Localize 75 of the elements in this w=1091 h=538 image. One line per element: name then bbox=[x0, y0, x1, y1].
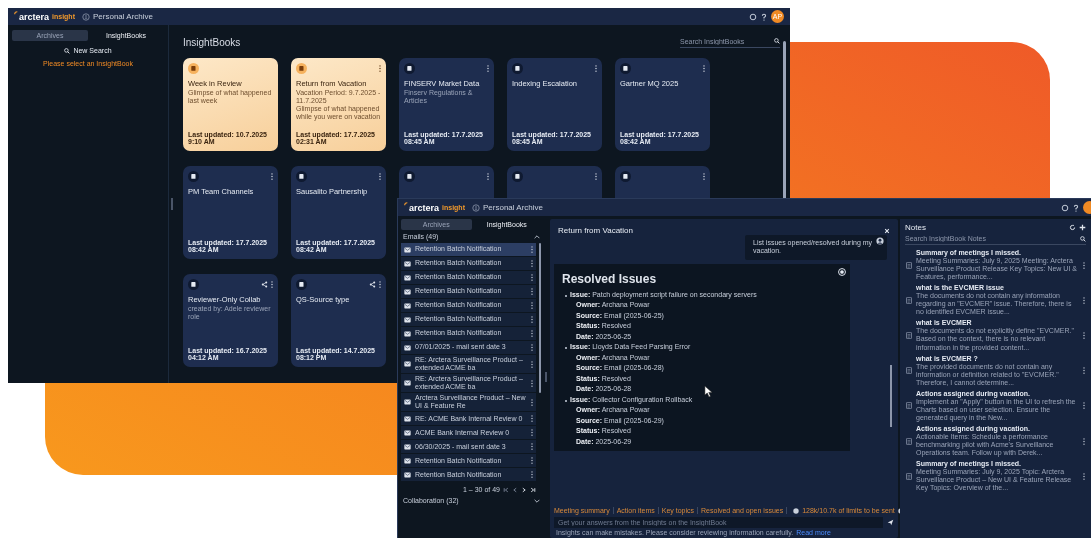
envelope-icon bbox=[404, 260, 411, 267]
notebook-icon bbox=[512, 170, 523, 182]
brand-logo-text: arctera bbox=[409, 202, 440, 213]
scrollbar[interactable] bbox=[539, 243, 541, 393]
envelope-icon bbox=[404, 316, 411, 323]
envelope-icon bbox=[404, 361, 411, 368]
help-icon[interactable] bbox=[1072, 203, 1080, 212]
add-icon[interactable] bbox=[1079, 224, 1086, 231]
logo-mark-icon bbox=[404, 202, 408, 206]
search-icon bbox=[64, 47, 71, 54]
envelope-icon bbox=[404, 415, 411, 422]
send-icon[interactable] bbox=[887, 519, 894, 526]
envelope-icon bbox=[404, 399, 411, 406]
notebook-icon bbox=[188, 170, 199, 182]
chevron-icon bbox=[534, 497, 540, 504]
envelope-icon bbox=[404, 344, 411, 351]
note-icon bbox=[906, 367, 912, 375]
assistant-icon bbox=[838, 267, 846, 276]
settings-icon[interactable] bbox=[1061, 203, 1069, 212]
close-icon[interactable] bbox=[884, 227, 890, 234]
envelope-icon bbox=[404, 288, 411, 295]
archive-icon bbox=[82, 12, 90, 21]
logo-mark-icon bbox=[14, 11, 18, 15]
scrollbar[interactable] bbox=[890, 365, 892, 427]
notebook-icon bbox=[620, 170, 631, 182]
brand-logo-text: arctera bbox=[19, 11, 50, 22]
chevron-icon bbox=[534, 233, 540, 240]
scrollbar[interactable] bbox=[783, 41, 786, 201]
previous-page-icon[interactable] bbox=[512, 486, 518, 493]
note-icon bbox=[906, 296, 912, 304]
next-page-icon[interactable] bbox=[521, 486, 527, 493]
last-page-icon[interactable] bbox=[530, 486, 536, 493]
envelope-icon bbox=[404, 443, 411, 450]
notebook-icon bbox=[620, 62, 631, 74]
settings-icon[interactable] bbox=[749, 12, 757, 21]
page-heading: InsightBooks bbox=[183, 37, 241, 48]
note-icon bbox=[906, 472, 912, 480]
archive-icon bbox=[472, 203, 480, 212]
notes-title: Notes bbox=[905, 223, 927, 232]
user-icon bbox=[876, 237, 884, 245]
envelope-icon bbox=[404, 429, 411, 436]
info-icon bbox=[793, 507, 800, 514]
chat-title: Return from Vacation bbox=[558, 226, 633, 235]
notebook-icon bbox=[188, 62, 199, 74]
window-title: Personal Archive bbox=[93, 12, 153, 21]
notebook-icon bbox=[188, 278, 199, 290]
notebook-icon bbox=[296, 62, 307, 74]
notebook-icon bbox=[296, 170, 307, 182]
note-icon bbox=[906, 261, 912, 269]
first-page-icon[interactable] bbox=[503, 486, 509, 493]
search-icon[interactable] bbox=[1080, 235, 1086, 242]
notebook-icon bbox=[296, 278, 307, 290]
share-icon[interactable] bbox=[369, 280, 376, 288]
envelope-icon bbox=[404, 380, 411, 387]
note-icon bbox=[906, 402, 912, 410]
envelope-icon bbox=[404, 246, 411, 253]
refresh-icon[interactable] bbox=[1069, 224, 1076, 231]
envelope-icon bbox=[404, 457, 411, 464]
help-icon[interactable] bbox=[760, 12, 768, 21]
notebook-icon bbox=[404, 62, 415, 74]
note-icon bbox=[906, 331, 912, 339]
envelope-icon bbox=[404, 471, 411, 478]
resize-handle[interactable] bbox=[545, 372, 547, 382]
search-icon[interactable] bbox=[774, 38, 780, 44]
note-icon bbox=[906, 437, 912, 445]
envelope-icon bbox=[404, 302, 411, 309]
envelope-icon bbox=[404, 330, 411, 337]
mouse-pointer-icon bbox=[704, 385, 713, 398]
envelope-icon bbox=[404, 274, 411, 281]
resize-handle[interactable] bbox=[171, 198, 173, 210]
answer-heading: Resolved Issues bbox=[562, 271, 658, 286]
window-title: Personal Archive bbox=[483, 203, 543, 212]
notebook-icon bbox=[512, 62, 523, 74]
share-icon[interactable] bbox=[261, 280, 268, 288]
notebook-icon bbox=[404, 170, 415, 182]
